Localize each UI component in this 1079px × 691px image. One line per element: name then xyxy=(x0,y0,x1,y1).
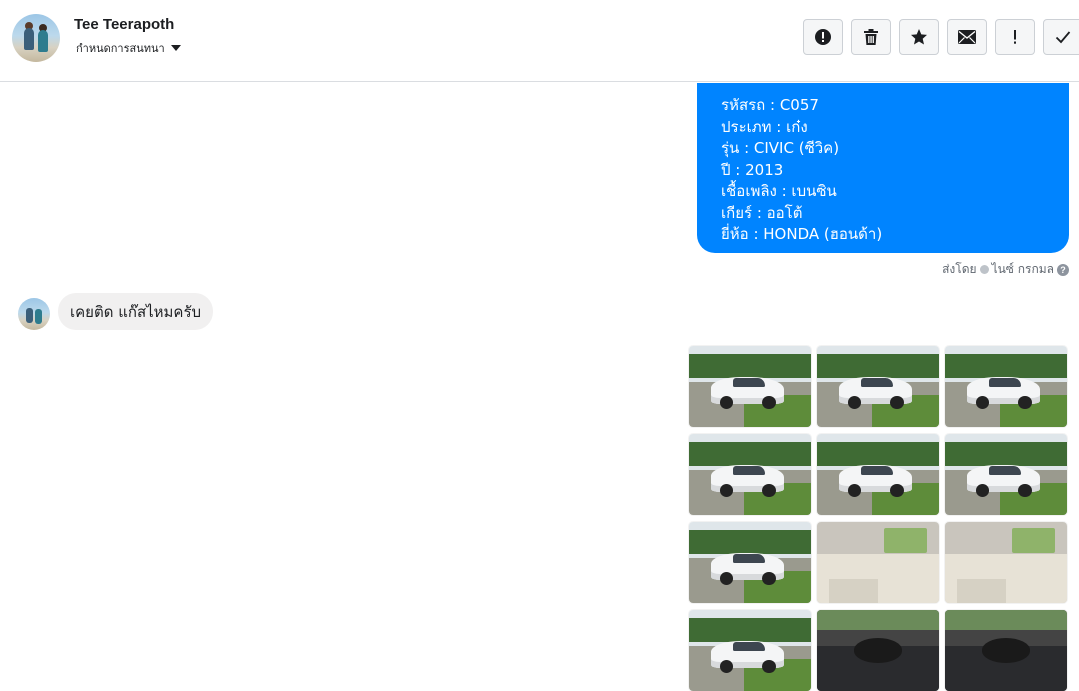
sent-by-label: ส่งโดย xyxy=(942,262,977,276)
conversation-header: Tee Teerapoth กำหนดการสนทนา xyxy=(0,0,1079,82)
exclamation-icon xyxy=(1014,30,1016,44)
photo-detail xyxy=(988,466,1021,476)
photo-thumbnail[interactable] xyxy=(817,522,939,603)
photo-thumbnail[interactable] xyxy=(945,434,1067,515)
photo-detail xyxy=(860,378,893,388)
photo-detail xyxy=(1018,396,1032,410)
star-button[interactable] xyxy=(899,19,939,55)
photo-thumbnail[interactable] xyxy=(817,346,939,427)
message-line: ปี : 2013 xyxy=(721,160,784,179)
message-line: รหัสรถ : C057 xyxy=(721,96,819,114)
photo-detail xyxy=(847,396,861,410)
photo-detail xyxy=(890,396,904,410)
photo-thumbnail[interactable] xyxy=(817,610,939,691)
photo-detail xyxy=(890,484,904,498)
message-thread: รหัสรถ : C057 ประเภท : เก๋ง รุ่น : CIVIC… xyxy=(0,83,1079,691)
photo-thumbnail[interactable] xyxy=(689,610,811,691)
message-line: เชื้อเพลิง : เบนซิน xyxy=(721,182,837,200)
sent-by-info: ส่งโดย ไนซ์ กรกมล ? xyxy=(942,260,1069,279)
photo-detail xyxy=(689,354,811,379)
photo-detail xyxy=(689,618,811,643)
avatar[interactable] xyxy=(12,14,60,62)
avatar-person xyxy=(24,28,34,50)
contact-name[interactable]: Tee Teerapoth xyxy=(74,16,174,33)
photo-detail xyxy=(817,354,939,379)
message-text: เคยติด แก๊สไหมครับ xyxy=(70,302,202,321)
photo-detail xyxy=(1018,484,1032,498)
photo-detail xyxy=(1012,528,1055,553)
photo-detail xyxy=(945,354,1067,379)
photo-detail xyxy=(884,528,927,553)
photo-detail xyxy=(719,396,733,410)
photo-detail xyxy=(732,378,765,388)
trash-icon xyxy=(864,29,878,45)
message-line: ประเภท : เก๋ง xyxy=(721,117,808,136)
check-icon xyxy=(1055,31,1071,44)
star-icon xyxy=(911,29,927,45)
exclamation-circle-icon xyxy=(815,29,831,45)
photo-detail xyxy=(945,442,1067,467)
photo-detail xyxy=(732,642,765,652)
message-line: รุ่น : CIVIC (ซีวิค) xyxy=(721,139,840,157)
photo-detail xyxy=(975,396,989,410)
photo-detail xyxy=(957,578,1006,603)
photo-thumbnail[interactable] xyxy=(945,610,1067,691)
photo-detail xyxy=(732,554,765,564)
delete-button[interactable] xyxy=(851,19,891,55)
photo-detail xyxy=(762,396,776,410)
photo-detail xyxy=(829,578,878,603)
photo-detail xyxy=(762,660,776,674)
photo-thumbnail[interactable] xyxy=(689,522,811,603)
photo-detail xyxy=(689,530,811,555)
photo-detail xyxy=(988,378,1021,388)
outgoing-message-bubble[interactable]: รหัสรถ : C057 ประเภท : เก๋ง รุ่น : CIVIC… xyxy=(697,83,1069,253)
photo-detail xyxy=(817,442,939,467)
priority-button[interactable] xyxy=(995,19,1035,55)
mark-done-button[interactable] xyxy=(1043,19,1079,55)
conversation-settings-dropdown[interactable]: กำหนดการสนทนา xyxy=(76,39,181,57)
photo-thumbnail[interactable] xyxy=(945,522,1067,603)
message-line: เกียร์ : ออโต้ xyxy=(721,203,803,222)
photo-detail xyxy=(847,484,861,498)
photo-detail xyxy=(719,660,733,674)
message-line: ยี่ห้อ : HONDA (ฮอนด้า) xyxy=(721,225,883,243)
photo-detail xyxy=(719,572,733,586)
envelope-icon xyxy=(958,30,976,44)
photo-detail xyxy=(975,484,989,498)
photo-detail xyxy=(762,484,776,498)
photo-thumbnail[interactable] xyxy=(689,434,811,515)
photo-detail xyxy=(762,572,776,586)
contact-avatar[interactable] xyxy=(18,298,50,330)
sender-name[interactable]: ไนซ์ กรกมล xyxy=(992,260,1054,279)
photo-detail xyxy=(945,610,1067,631)
mark-unread-button[interactable] xyxy=(947,19,987,55)
incoming-message-bubble[interactable]: เคยติด แก๊สไหมครับ xyxy=(58,293,214,330)
photo-thumbnail[interactable] xyxy=(817,434,939,515)
conversation-settings-label: กำหนดการสนทนา xyxy=(76,42,165,55)
photo-detail xyxy=(719,484,733,498)
photo-detail xyxy=(689,442,811,467)
avatar-person xyxy=(38,30,48,52)
mark-spam-button[interactable] xyxy=(803,19,843,55)
photo-detail xyxy=(732,466,765,476)
photo-thumbnail[interactable] xyxy=(689,346,811,427)
photo-thumbnail[interactable] xyxy=(945,346,1067,427)
help-icon[interactable]: ? xyxy=(1057,263,1069,276)
status-dot-icon xyxy=(979,265,989,274)
caret-down-icon xyxy=(170,45,181,51)
photo-detail xyxy=(817,610,939,631)
avatar-person xyxy=(35,309,42,324)
avatar-person xyxy=(26,308,33,323)
photo-detail xyxy=(860,466,893,476)
